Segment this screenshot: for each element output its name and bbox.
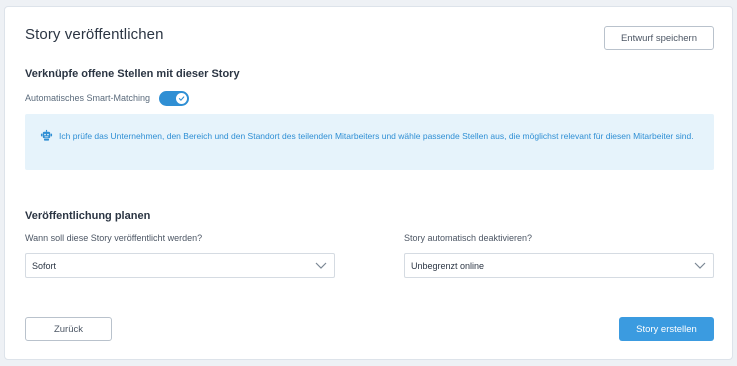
deactivate-select[interactable]: Unbegrenzt online [404,253,714,278]
deactivate-label: Story automatisch deaktivieren? [404,233,533,243]
smart-matching-info-text: Ich prüfe das Unternehmen, den Bereich u… [59,131,694,141]
smart-matching-toggle[interactable] [159,90,190,106]
smart-matching-info-box: Ich prüfe das Unternehmen, den Bereich u… [25,114,714,170]
publish-time-label: Wann soll diese Story veröffentlicht wer… [25,233,203,243]
smart-matching-row: Automatisches Smart-Matching [25,90,190,106]
toggle-knob [176,92,188,104]
publish-story-card: Story veröffentlichen Entwurf speichern … [4,6,733,360]
smart-matching-label: Automatisches Smart-Matching [25,93,151,103]
publish-time-select[interactable]: Sofort [25,253,335,278]
chevron-down-icon [694,262,706,269]
create-story-button[interactable]: Story erstellen [619,317,714,341]
save-draft-button[interactable]: Entwurf speichern [604,26,714,50]
page-title: Story veröffentlichen [25,26,164,43]
chevron-down-icon [315,262,327,269]
linking-section-heading: Verknüpfe offene Stellen mit dieser Stor… [25,68,240,80]
deactivate-value: Unbegrenzt online [411,260,485,271]
back-button[interactable]: Zurück [25,317,112,341]
schedule-section-heading: Veröffentlichung planen [25,210,151,222]
checkmark-icon [178,95,185,101]
robot-icon [40,129,53,141]
publish-time-value: Sofort [32,260,57,271]
